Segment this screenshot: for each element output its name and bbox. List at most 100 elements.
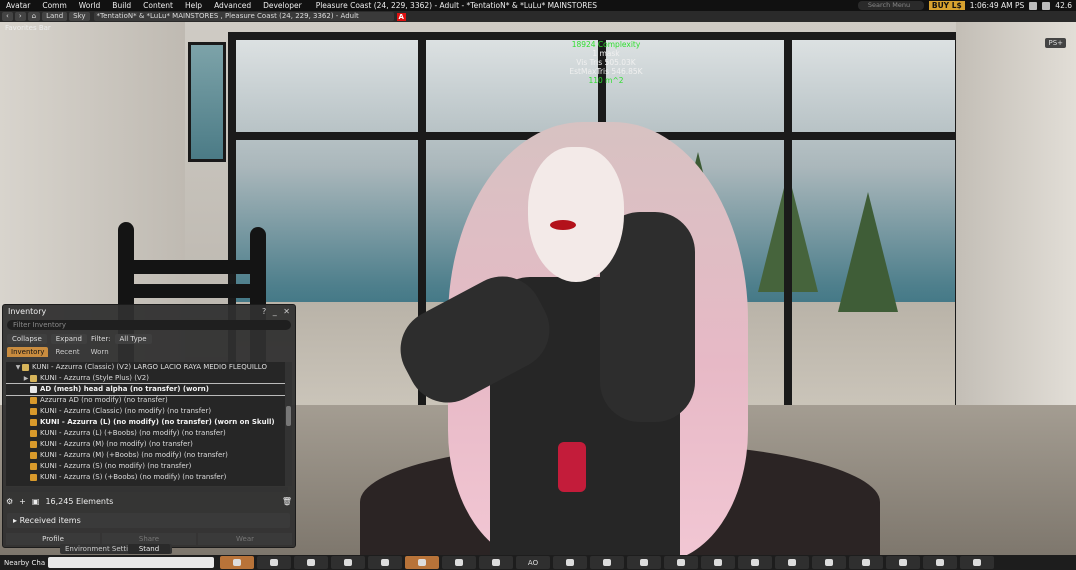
move-button[interactable] [775,556,809,569]
filter-inventory-input[interactable]: Filter Inventory [7,320,291,330]
filter-type-select[interactable]: All Type [114,334,152,344]
view-button[interactable] [479,556,513,569]
filter-label: Filter: [90,335,111,343]
side-window [188,42,226,162]
speak-button[interactable] [331,556,365,569]
vis-tris-stat: Vis Tris 505.03K [576,58,636,67]
inventory-item-label: KUNI - Azzurra (S) (no modify) (no trans… [40,462,192,470]
menu-bar: Avatar Comm World Build Content Help Adv… [0,0,1076,11]
menu-developer[interactable]: Developer [257,1,308,10]
movie-button[interactable] [701,556,735,569]
inventory-titlebar[interactable]: Inventory ? _ ✕ [3,305,295,318]
monitor-icon[interactable] [1029,1,1038,10]
inventory-item[interactable]: AD (mesh) head alpha (no transfer) (worn… [6,383,288,396]
avatar-button[interactable] [664,556,698,569]
inventory-item-label: KUNI - Azzurra (L) (no modify) (no trans… [40,418,275,426]
search-menu-input[interactable]: Search Menu [857,1,924,10]
object-icon [30,452,37,459]
inventory-button[interactable] [960,556,994,569]
menu-avatar[interactable]: Avatar [0,1,36,10]
appearance-button[interactable] [627,556,661,569]
speech-bubble-icon [233,559,241,566]
minimize-icon[interactable]: _ [273,307,277,316]
inventory-item-label: AD (mesh) head alpha (no transfer) (worn… [40,385,209,393]
stand-button[interactable]: Stand [128,544,170,554]
settings-button[interactable] [738,556,772,569]
forward-button[interactable]: › [14,12,26,21]
land-button[interactable]: Land [42,12,68,21]
received-items-panel[interactable]: ▸ Received items [7,513,290,528]
location-input[interactable]: *TentatioN* & *LuLu* MAINSTORES , Pleasu… [93,12,394,21]
groups-button[interactable] [886,556,920,569]
inventory-item[interactable]: KUNI - Azzurra (S) (+Boobs) (no modify) … [6,472,288,483]
back-button[interactable]: ‹ [2,12,13,21]
home-button[interactable]: ⌂ [27,12,41,21]
avatar-face [528,147,624,282]
adult-rating-badge: A [396,12,406,21]
inventory-item[interactable]: KUNI - Azzurra (M) (+Boobs) (no modify) … [6,450,288,461]
avatar-top-detail [558,442,586,492]
person-icon [270,559,278,566]
expand-arrow-icon[interactable]: ▼ [14,362,22,373]
region-location: Pleasure Coast (24, 229, 3362) - Adult -… [315,1,597,10]
menu-advanced[interactable]: Advanced [208,1,257,10]
shirt-icon [30,386,37,393]
close-icon[interactable]: ✕ [283,307,290,316]
zoom-icon [862,559,870,566]
add-icon[interactable]: + [19,497,26,506]
gestures-button[interactable] [590,556,624,569]
location-button[interactable] [553,556,587,569]
sky-button[interactable]: Sky [69,12,90,21]
inventory-hscrollbar[interactable] [6,487,288,492]
help-icon[interactable]: ? [262,307,266,316]
inventory-scrollbar[interactable] [285,362,292,486]
trash-icon[interactable]: 🗑 [282,497,292,506]
snapshot-icon[interactable]: ▣ [32,497,40,506]
volume-icon[interactable] [1042,1,1051,10]
buy-currency-button[interactable]: BUY L$ [928,1,965,10]
inventory-item[interactable]: KUNI - Azzurra (L) (+Boobs) (no modify) … [6,428,288,439]
object-icon [30,463,37,470]
zoom-button[interactable] [849,556,883,569]
inventory-item[interactable]: ▼ KUNI - Azzurra (Classic) (V2) LARGO LAC… [6,362,288,373]
menu-comm[interactable]: Comm [36,1,72,10]
expand-arrow-icon[interactable]: ▶ [22,373,30,384]
ao-button[interactable]: AO [516,556,550,569]
expand-button[interactable]: Expand [50,334,87,344]
inventory-item[interactable]: KUNI - Azzurra (S) (no modify) (no trans… [6,461,288,472]
collapse-button[interactable]: Collapse [7,334,47,344]
voice-button[interactable] [294,556,328,569]
menu-help[interactable]: Help [179,1,208,10]
favorites-bar[interactable]: Favorites Bar [5,24,51,32]
inventory-icon [973,559,981,566]
gear-icon[interactable]: ⚙ [6,497,13,506]
inventory-item-label: KUNI - Azzurra (Style Plus) (V2) [40,374,149,382]
chat-button[interactable] [220,556,254,569]
snapshot-button[interactable] [405,556,439,569]
inventory-tree[interactable]: ▼ KUNI - Azzurra (Classic) (V2) LARGO LAC… [6,362,288,486]
inventory-item[interactable]: KUNI - Azzurra (Classic) (no modify) (no… [6,406,288,417]
people-button[interactable] [257,556,291,569]
chat-input[interactable] [48,557,214,568]
tab-recent[interactable]: Recent [51,347,83,357]
menu-build[interactable]: Build [106,1,137,10]
menu-world[interactable]: World [73,1,107,10]
microphone-icon [307,559,315,566]
tab-worn[interactable]: Worn [87,347,113,357]
avatar-icon [677,559,685,566]
tab-inventory[interactable]: Inventory [7,347,49,357]
inventory-item[interactable]: KUNI - Azzurra (M) (no modify) (no trans… [6,439,288,450]
search-button[interactable] [368,556,402,569]
map-button[interactable] [442,556,476,569]
inventory-item[interactable]: Azzurra AD (no modify) (no transfer) [6,395,288,406]
fly-icon [825,559,833,566]
fly-button[interactable] [812,556,846,569]
received-items-label: Received items [19,516,81,525]
object-icon [30,441,37,448]
inventory-item[interactable]: ▶ KUNI - Azzurra (Style Plus) (V2) [6,373,288,384]
menu-content[interactable]: Content [137,1,179,10]
wear-button[interactable]: Wear [198,533,292,545]
build-button[interactable] [923,556,957,569]
inventory-item[interactable]: KUNI - Azzurra (L) (no modify) (no trans… [6,417,288,428]
ps-button[interactable]: PS+ [1045,38,1066,48]
